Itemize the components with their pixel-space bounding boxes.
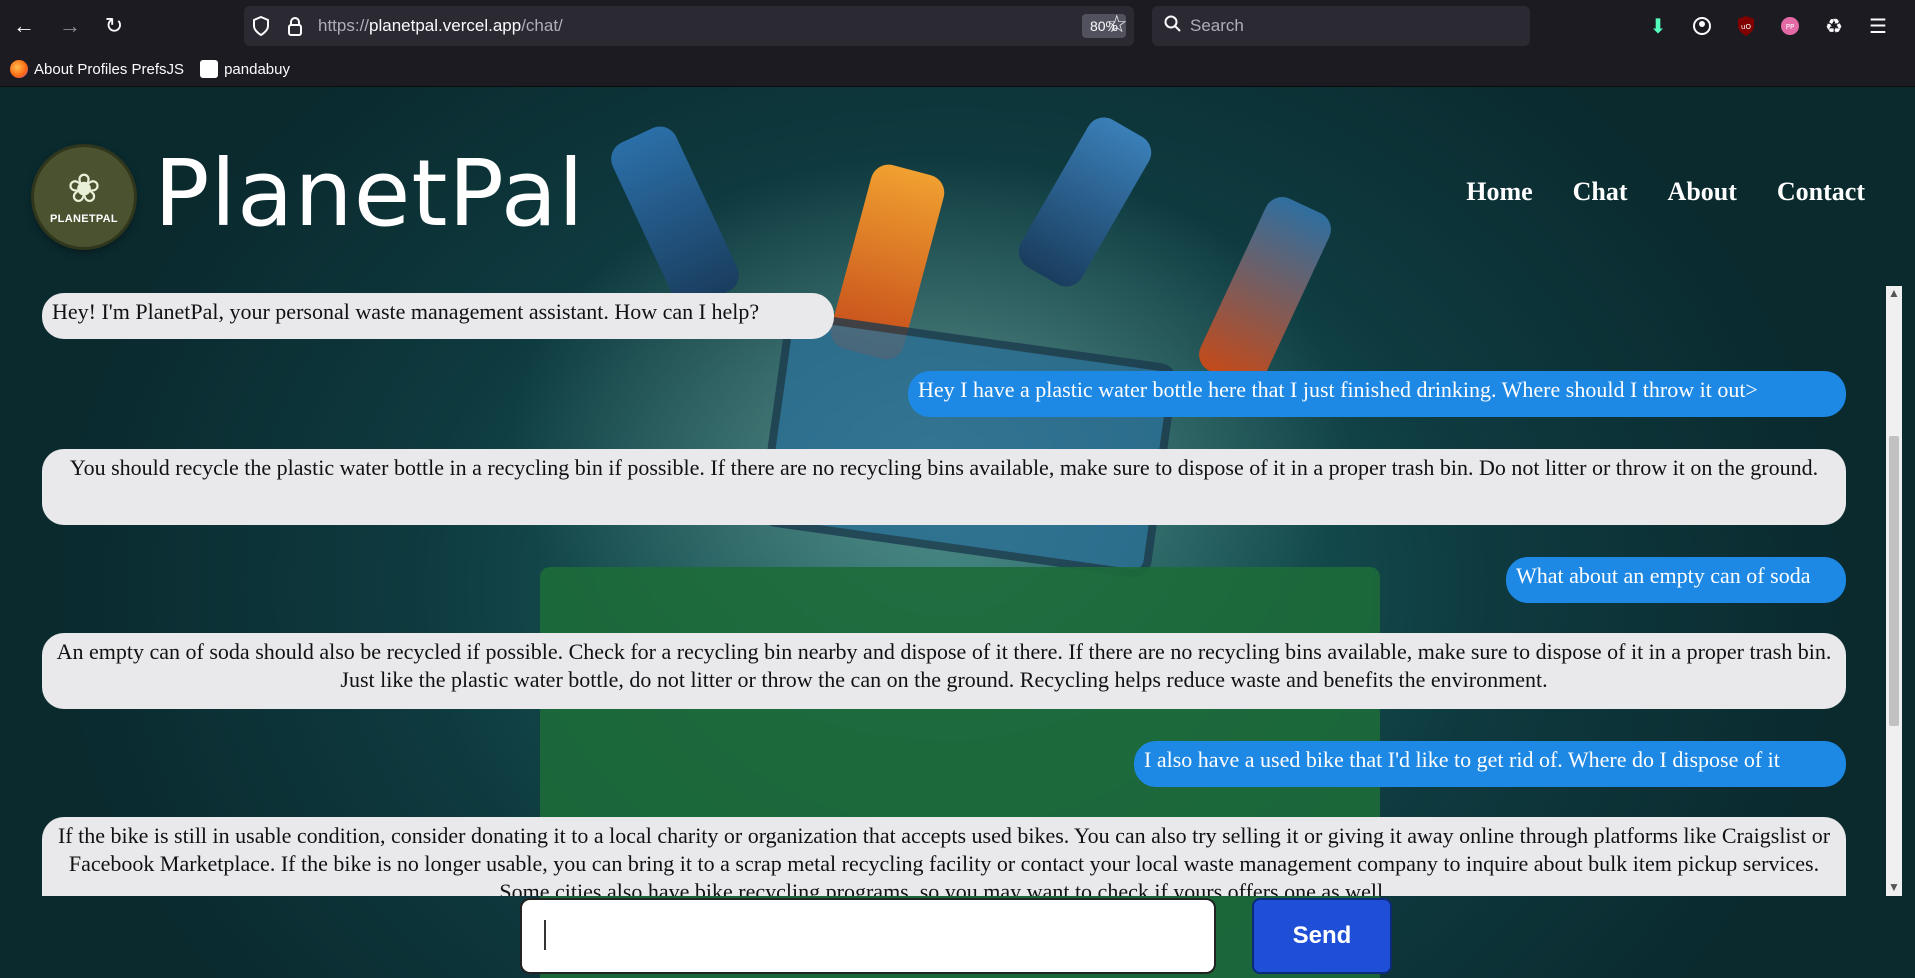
scrollbar-thumb[interactable] [1889, 436, 1899, 726]
panda-icon [200, 60, 219, 78]
download-icon[interactable]: ⬇ [1640, 8, 1676, 44]
bot-message: Hey! I'm PlanetPal, your personal waste … [42, 293, 834, 339]
profile-avatar-icon[interactable]: PP [1772, 8, 1808, 44]
bookmark-about-profiles[interactable]: About Profiles PrefsJS [10, 60, 184, 78]
firefox-icon [10, 60, 28, 78]
nav-about[interactable]: About [1668, 177, 1737, 207]
nav-contact[interactable]: Contact [1777, 177, 1865, 207]
bookmark-star-icon[interactable]: ☆ [1106, 10, 1128, 39]
chat-log[interactable]: Hey! I'm PlanetPal, your personal waste … [42, 293, 1846, 896]
user-message: Hey I have a plastic water bottle here t… [908, 371, 1846, 417]
menu-icon[interactable]: ☰ [1860, 8, 1896, 44]
url-text: https://planetpal.vercel.app/chat/ [318, 16, 563, 35]
bot-message: An empty can of soda should also be recy… [42, 633, 1846, 709]
nav-chat[interactable]: Chat [1573, 177, 1628, 207]
browser-toolbar: ← → ↻ https://planetpal.vercel.app/chat/… [0, 0, 1915, 52]
forward-icon[interactable]: → [52, 8, 88, 44]
send-button[interactable]: Send [1252, 898, 1392, 974]
account-icon[interactable] [1684, 8, 1720, 44]
page-content: ❀ PLANETPAL PlanetPal Home Chat About Co… [0, 87, 1915, 978]
bookmarks-bar: About Profiles PrefsJS pandabuy [0, 52, 1915, 87]
search-icon [1164, 15, 1182, 38]
lock-icon[interactable] [278, 16, 312, 36]
url-bar[interactable]: https://planetpal.vercel.app/chat/ 80% [244, 6, 1134, 46]
text-caret [544, 920, 546, 950]
search-input[interactable]: Search [1152, 6, 1530, 46]
leaf-icon: ❀ [67, 167, 101, 211]
extensions-icon[interactable]: ♻ [1816, 8, 1852, 44]
scroll-down-icon[interactable]: ▼ [1886, 880, 1902, 896]
search-placeholder: Search [1190, 16, 1244, 35]
svg-text:PP: PP [1786, 23, 1794, 31]
user-message: I also have a used bike that I'd like to… [1134, 741, 1846, 787]
nav-home[interactable]: Home [1466, 177, 1532, 207]
chat-scrollbar[interactable]: ▲ ▼ [1886, 286, 1902, 896]
reload-icon[interactable]: ↻ [96, 8, 132, 44]
logo-text: PLANETPAL [50, 213, 118, 225]
back-icon[interactable]: ← [6, 8, 42, 44]
shield-icon[interactable] [244, 16, 278, 36]
bot-message: You should recycle the plastic water bot… [42, 449, 1846, 525]
site-header: ❀ PLANETPAL PlanetPal Home Chat About Co… [0, 87, 1915, 277]
bookmark-pandabuy[interactable]: pandabuy [200, 60, 290, 78]
ublock-icon[interactable]: uO [1728, 8, 1764, 44]
bot-message: If the bike is still in usable condition… [42, 817, 1846, 896]
scroll-up-icon[interactable]: ▲ [1886, 286, 1902, 302]
svg-text:uO: uO [1741, 23, 1751, 31]
brand-title: PlanetPal [154, 140, 585, 247]
message-input[interactable] [520, 898, 1216, 974]
site-logo[interactable]: ❀ PLANETPAL [34, 147, 134, 247]
user-message: What about an empty can of soda [1506, 557, 1846, 603]
toolbar-actions: ⬇ uO PP ♻ ☰ [1640, 8, 1896, 44]
main-nav: Home Chat About Contact [1466, 177, 1865, 207]
